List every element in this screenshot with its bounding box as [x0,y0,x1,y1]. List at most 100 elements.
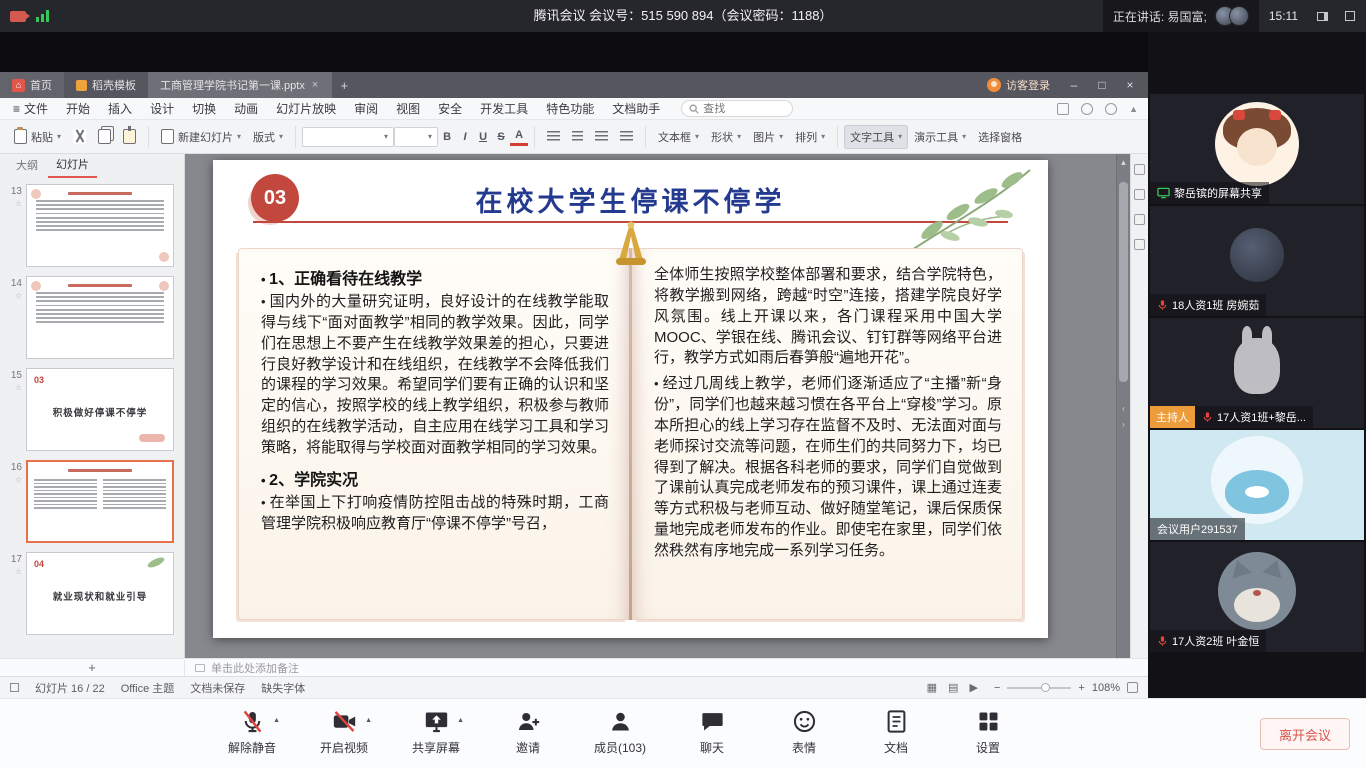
new-slide-button[interactable]: 新建幻灯片▾ [155,125,247,149]
sorter-view-button[interactable]: ▤ [948,682,958,694]
menu-item-insert[interactable]: 插入 [99,98,141,120]
vertical-scrollbar[interactable]: ▲ ‹ › [1116,154,1130,658]
panel-tab-outline[interactable]: 大纲 [8,155,46,177]
menu-item-start[interactable]: 开始 [57,98,99,120]
sync-icon[interactable] [1057,103,1069,115]
menu-item-file[interactable]: ≡文件 [4,98,57,120]
strikethrough-button[interactable]: S [492,129,510,145]
slideshow-button[interactable]: ▶ [970,682,978,694]
participant-tile-sharer[interactable]: 黎岳镔的屏幕共享 [1150,94,1364,204]
arrange-button[interactable]: 排列▾ [789,125,831,149]
menu-item-slideshow[interactable]: 幻灯片放映 [267,98,345,120]
chat-button[interactable]: 聊天 [682,708,742,756]
right-page[interactable]: 全体师生按照学校整体部署和要求，结合学院特色，将教学搬到网络，跨越“时空”连接，… [632,248,1023,620]
new-tab-button[interactable]: + [332,78,356,93]
resource-panel-icon[interactable] [1134,239,1145,250]
guest-login[interactable]: 访客登录 [987,77,1050,93]
menu-item-animation[interactable]: 动画 [225,98,267,120]
zoom-out-button[interactable]: − [994,682,1000,694]
animation-panel-icon[interactable] [1134,189,1145,200]
menu-item-security[interactable]: 安全 [429,98,471,120]
layout-button[interactable]: 版式▾ [247,125,289,149]
window-close-button[interactable]: × [1116,72,1144,98]
fullscreen-icon[interactable] [1338,4,1362,28]
bold-button[interactable]: B [438,129,456,145]
copy-button[interactable] [92,125,117,148]
fit-to-window-button[interactable] [1127,682,1138,693]
selection-pane-button[interactable]: 选择窗格 [972,125,1028,149]
share-options-caret[interactable]: ▲ [457,717,464,724]
zoom-slider[interactable] [1007,687,1071,689]
underline-button[interactable]: U [474,129,492,145]
invite-button[interactable]: 邀请 [498,708,558,756]
docs-button[interactable]: 文档 [866,708,926,756]
participant-tile[interactable]: 会议用户291537 [1150,430,1364,540]
menu-item-assistant[interactable]: 文档助手 [603,98,669,120]
zoom-slider-knob[interactable] [1041,683,1050,692]
search-input[interactable] [703,103,775,115]
align-left-button[interactable] [541,127,566,146]
slide-16[interactable]: 03 在校大学生停课不停学 [213,160,1048,638]
thumbnail-slide-16-selected[interactable] [26,460,174,543]
video-options-caret[interactable]: ▲ [365,717,372,724]
textbox-button[interactable]: 文本框▾ [652,125,705,149]
tab-templates[interactable]: 稻壳模板 [64,72,148,98]
add-slide-button[interactable]: + [0,660,185,676]
present-tool-button[interactable]: 演示工具▾ [908,125,972,149]
slide-canvas[interactable]: 03 在校大学生停课不停学 [185,154,1130,658]
scrollbar-thumb[interactable] [1119,182,1128,382]
tab-close-icon[interactable]: × [310,79,320,91]
italic-button[interactable]: I [456,129,474,145]
panel-tab-slides[interactable]: 幻灯片 [48,154,97,178]
speaking-indicator[interactable]: 正在讲话: 易国富; [1103,0,1259,32]
save-status[interactable]: 文档未保存 [190,680,245,696]
text-tool-button[interactable]: 文字工具▾ [844,125,908,149]
ribbon-collapse-icon[interactable]: ▲ [1129,104,1138,114]
design-panel-icon[interactable] [1134,214,1145,225]
participant-tile[interactable]: 17人资2班 叶金恒 [1150,542,1364,652]
justify-button[interactable] [614,127,639,146]
window-maximize-button[interactable]: □ [1088,72,1116,98]
thumbnail-slide-17[interactable]: 04 就业现状和就业引导 [26,552,174,635]
align-right-button[interactable] [589,127,614,146]
tab-home[interactable]: ⌂ 首页 [0,72,64,98]
mic-options-caret[interactable]: ▲ [273,717,280,724]
layout-toggle-icon[interactable] [1310,4,1334,28]
normal-view-button[interactable]: ▦ [927,682,937,694]
leave-meeting-button[interactable]: 离开会议 [1260,718,1350,750]
emoji-button[interactable]: 表情 [774,708,834,756]
search-box[interactable] [681,100,793,117]
left-page[interactable]: 1、正确看待在线教学 国内外的大量研究证明，良好设计的在线教学能取得与线下“面对… [238,248,629,620]
share-screen-button[interactable]: ▲ 共享屏幕 [406,708,466,756]
menu-item-transition[interactable]: 切换 [183,98,225,120]
properties-panel-icon[interactable] [1134,164,1145,175]
paste-button[interactable]: 粘贴▾ [8,125,67,149]
participant-tile[interactable]: 18人资1班 房婉茹 [1150,206,1364,316]
window-minimize-button[interactable]: – [1060,72,1088,98]
menu-item-features[interactable]: 特色功能 [537,98,603,120]
notes-placeholder[interactable]: 单击此处添加备注 [211,660,299,676]
next-slide-button[interactable]: › [1117,420,1130,429]
format-painter-button[interactable] [117,125,142,148]
menu-item-review[interactable]: 审阅 [345,98,387,120]
menu-item-view[interactable]: 视图 [387,98,429,120]
font-select[interactable]: ▾ [302,127,394,147]
scroll-up-icon[interactable]: ▲ [1117,158,1130,167]
shapes-button[interactable]: 形状▾ [705,125,747,149]
help-icon[interactable] [1105,103,1117,115]
font-color-button[interactable]: A [510,127,528,146]
settings-button[interactable]: 设置 [958,708,1018,756]
zoom-in-button[interactable]: + [1078,682,1084,694]
cut-button[interactable] [67,125,92,148]
unmute-button[interactable]: ▲ 解除静音 [222,708,282,756]
skin-icon[interactable] [1081,103,1093,115]
font-size-select[interactable]: ▾ [394,127,438,147]
picture-button[interactable]: 图片▾ [747,125,789,149]
members-button[interactable]: 成员(103) [590,708,650,756]
thumbnail-slide-14[interactable] [26,276,174,359]
menu-item-design[interactable]: 设计 [141,98,183,120]
thumbnail-slide-13[interactable] [26,184,174,267]
previous-slide-button[interactable]: ‹ [1117,404,1130,413]
menu-item-devtools[interactable]: 开发工具 [471,98,537,120]
align-center-button[interactable] [566,127,589,146]
